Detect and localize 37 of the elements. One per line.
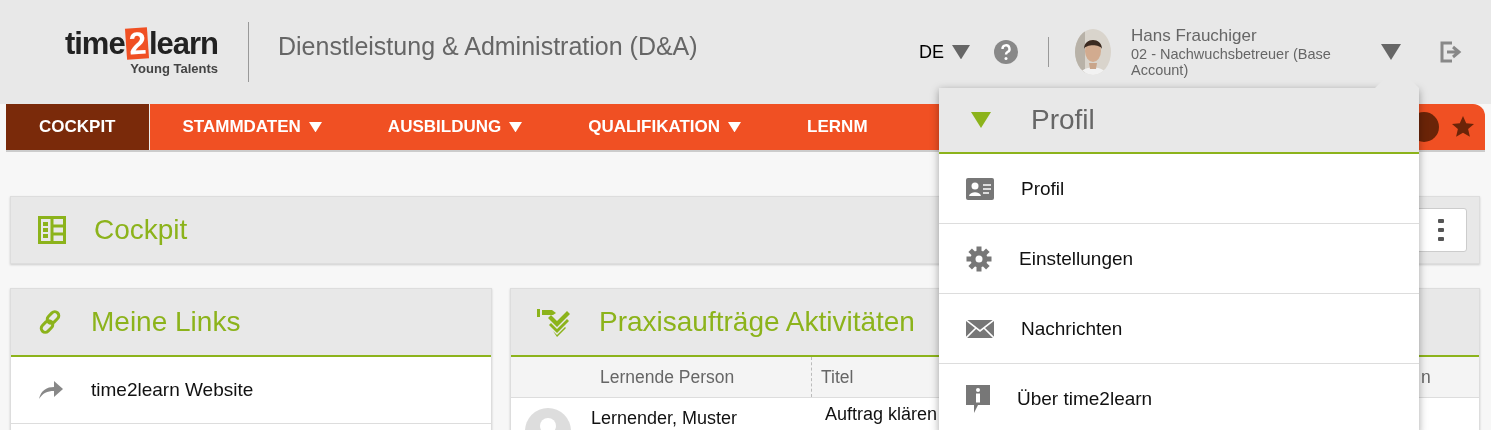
nav-tab[interactable]: STAMMDATEN <box>149 104 355 150</box>
caret-icon <box>952 44 970 60</box>
nav-tab[interactable]: AUSBILDUNG <box>354 104 556 150</box>
help-icon[interactable] <box>994 40 1018 64</box>
menu-item[interactable]: Nachrichten <box>939 294 1419 364</box>
link[interactable]: time2learn Website <box>11 357 491 424</box>
organization-title: Dienstleistung & Administration (D&A) <box>278 31 699 61</box>
gear-icon <box>966 245 992 272</box>
menu-title: Profil <box>1031 104 1095 136</box>
collapse-icon <box>971 112 991 128</box>
dashboard-icon <box>38 216 66 244</box>
user-name: Hans Frauchiger <box>1131 26 1258 46</box>
caret-icon <box>1381 44 1401 60</box>
logo-tagline: Young Talents <box>130 61 218 76</box>
hand-checklist-icon <box>537 307 571 337</box>
page-title: Cockpit <box>94 214 189 246</box>
logo: time 2 learn <box>64 28 218 59</box>
envelope-icon <box>966 319 994 338</box>
nav-tab[interactable]: QUALIFIKATION <box>555 104 775 150</box>
column-header: Lernende Person <box>599 365 736 389</box>
link-icon <box>37 309 63 335</box>
menu-item[interactable]: Profil <box>939 154 1419 224</box>
kebab-icon <box>1438 219 1444 241</box>
language-selector[interactable]: DE <box>919 41 970 63</box>
menu-item[interactable]: Einstellungen <box>939 224 1419 294</box>
panel-title: Praxisaufträge Aktivitäten <box>599 306 915 338</box>
nav-tab[interactable]: COCKPIT <box>6 104 150 150</box>
panel-title: Meine Links <box>91 306 241 338</box>
nav-tab[interactable]: LERNM <box>774 104 901 150</box>
table-cell-text: Lernender, Muster <box>591 407 739 429</box>
share-arrow-icon <box>39 381 63 399</box>
table-cell-text: Auftrag klären <box>824 404 938 425</box>
contact-card-icon <box>966 177 994 200</box>
user-role: 02 - Nachwuchsbetreuer (Base Account) <box>1131 46 1332 78</box>
logout-icon[interactable] <box>1439 40 1463 64</box>
info-icon <box>966 384 990 413</box>
star-icon[interactable] <box>1451 115 1475 139</box>
